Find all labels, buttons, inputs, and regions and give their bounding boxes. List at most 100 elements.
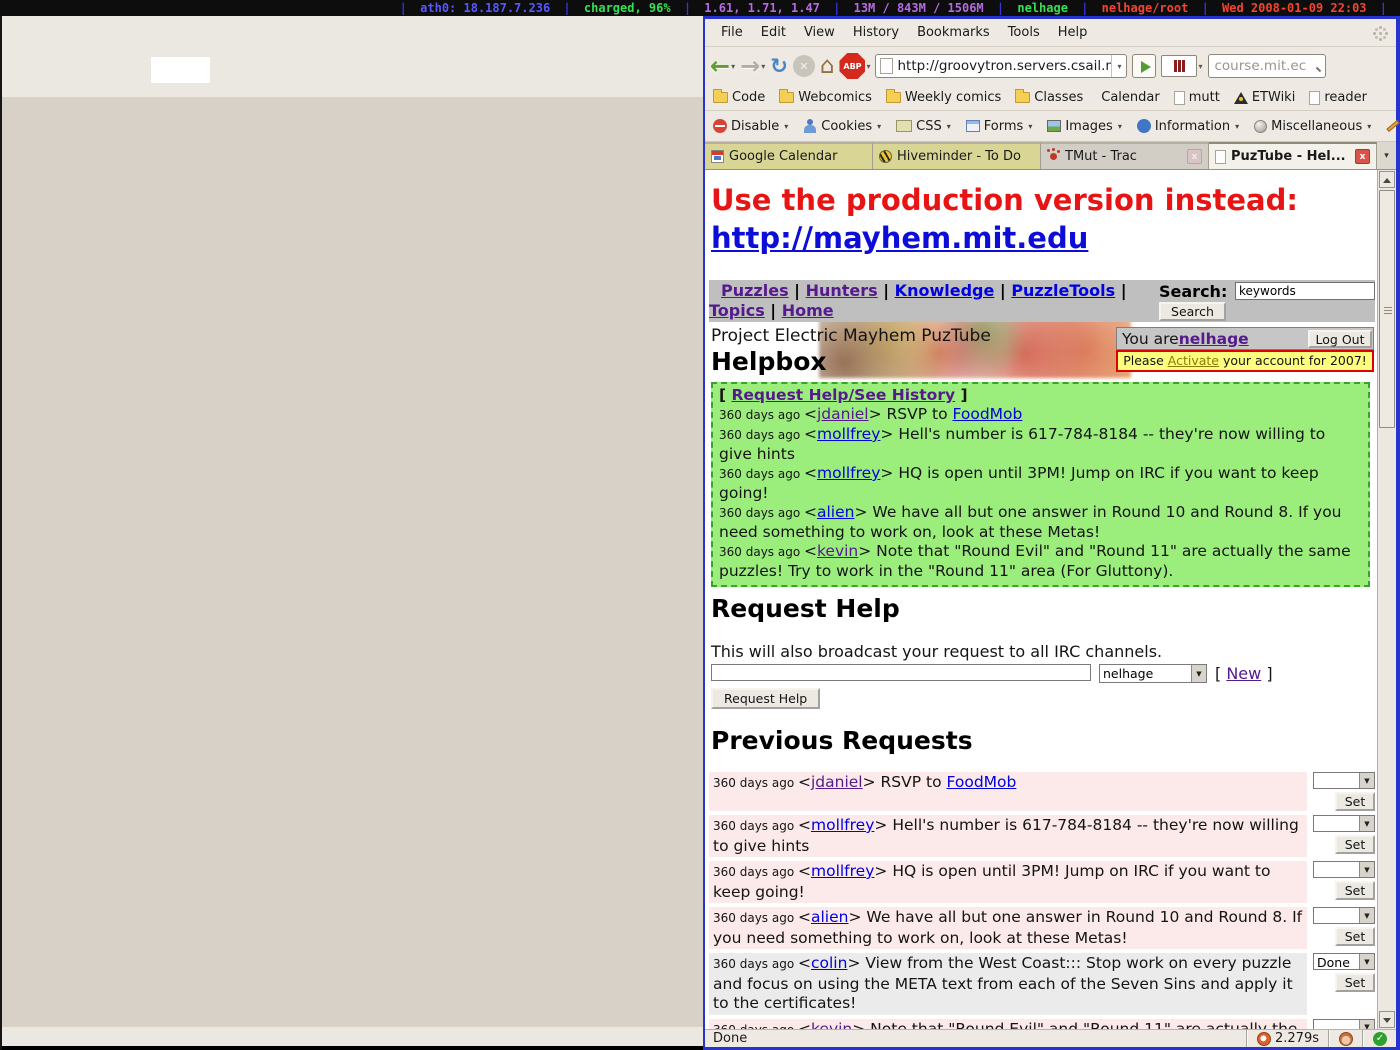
tab-list-dropdown[interactable]: ▾ xyxy=(1377,142,1396,169)
status-select[interactable]: ▼ xyxy=(1313,815,1375,832)
go-button[interactable] xyxy=(1132,54,1156,78)
reload-button[interactable]: ↻ xyxy=(770,54,788,78)
url-bar[interactable]: http://groovytron.servers.csail.mit ▾ xyxy=(875,54,1127,78)
request-help-button[interactable]: Request Help xyxy=(711,688,820,709)
bookmark-item[interactable]: Calendar xyxy=(1097,90,1159,105)
menu-item[interactable]: File xyxy=(713,22,751,43)
magnifier-icon[interactable] xyxy=(1307,58,1323,74)
browser-tab[interactable]: TMut - Trac x xyxy=(1041,142,1209,169)
adblock-caret[interactable]: ▾ xyxy=(866,62,870,71)
logout-button[interactable]: Log Out xyxy=(1308,330,1372,348)
request-help-input[interactable] xyxy=(711,664,1091,681)
row-user-link[interactable]: jdaniel xyxy=(811,773,863,791)
status-select[interactable]: Done▼ xyxy=(1313,953,1375,970)
forward-button[interactable]: →▾ xyxy=(740,54,765,78)
tab-close-icon[interactable]: x xyxy=(1355,149,1370,164)
status-select[interactable]: ▼ xyxy=(1313,1019,1375,1030)
site-search-button[interactable]: Search xyxy=(1159,302,1226,321)
row-user-link[interactable]: kevin xyxy=(811,1020,852,1030)
webdev-menu-item[interactable]: Forms ▾ xyxy=(966,119,1033,134)
webdev-menu-item[interactable]: Information ▾ xyxy=(1137,119,1239,134)
entry-inline-link[interactable]: FoodMob xyxy=(953,405,1023,423)
set-button[interactable]: Set xyxy=(1335,835,1375,854)
adblock-button[interactable]: ABP▾ xyxy=(839,53,870,79)
status-check-section[interactable]: ✓ xyxy=(1362,1030,1396,1047)
webdev-menu-item[interactable]: CSS ▾ xyxy=(896,119,951,134)
set-button[interactable]: Set xyxy=(1335,927,1375,946)
entry-user-link[interactable]: kevin xyxy=(817,542,858,560)
row-user-link[interactable]: mollfrey xyxy=(811,862,874,880)
back-button[interactable]: ←▾ xyxy=(710,54,735,78)
bookmark-item[interactable]: Webcomics xyxy=(779,90,872,105)
bookmark-item[interactable]: Classes xyxy=(1015,90,1083,105)
activate-link[interactable]: Activate xyxy=(1168,353,1219,368)
browser-tab[interactable]: PuzTube - Hel... x xyxy=(1209,142,1377,169)
entry-user-link[interactable]: mollfrey xyxy=(817,464,880,482)
stop-button[interactable]: ✕ xyxy=(793,55,815,77)
set-button[interactable]: Set xyxy=(1335,792,1375,811)
bookmark-item[interactable]: mutt xyxy=(1174,90,1220,105)
status-select[interactable]: ▼ xyxy=(1313,861,1375,878)
webdev-menu-item[interactable]: Outline xyxy=(1386,119,1400,134)
load-timer-section[interactable]: 2.279s xyxy=(1246,1030,1328,1047)
url-dropdown-caret[interactable]: ▾ xyxy=(1111,55,1126,77)
bookmark-item[interactable]: Code xyxy=(713,90,765,105)
vertical-scrollbar[interactable] xyxy=(1377,170,1396,1029)
site-nav-link[interactable]: Knowledge xyxy=(895,281,995,300)
mit-cert-caret[interactable]: ▾ xyxy=(1198,62,1202,71)
webdev-menu-item[interactable]: Miscellaneous ▾ xyxy=(1254,119,1371,134)
webdev-menu-item[interactable]: Disable ▾ xyxy=(713,119,788,134)
web-search-input[interactable]: course.mit.ec xyxy=(1215,58,1307,74)
mit-cert-button[interactable]: ▾ xyxy=(1161,55,1202,77)
request-history-link[interactable]: Request Help/See History xyxy=(731,386,955,404)
requester-select[interactable]: nelhage▼ xyxy=(1099,664,1207,683)
row-inline-link[interactable]: FoodMob xyxy=(947,773,1017,791)
row-age: 360 days ago xyxy=(713,957,798,971)
menu-item[interactable]: Tools xyxy=(1000,22,1048,43)
entry-user-link[interactable]: mollfrey xyxy=(817,425,880,443)
browser-tab[interactable]: Hiveminder - To Do xyxy=(873,142,1041,169)
url-input[interactable]: http://groovytron.servers.csail.mit xyxy=(897,58,1111,74)
site-nav-link[interactable]: Puzzles xyxy=(721,281,789,300)
username-link[interactable]: nelhage xyxy=(1179,330,1249,348)
nav-separator: | xyxy=(878,281,895,300)
home-button[interactable]: ⌂ xyxy=(820,53,835,79)
entry-user-link[interactable]: jdaniel xyxy=(817,405,869,423)
webdev-menu-item[interactable]: Images ▾ xyxy=(1047,119,1122,134)
webdev-icon xyxy=(1047,120,1061,132)
scrollbar-thumb[interactable] xyxy=(1379,190,1395,428)
back-history-caret[interactable]: ▾ xyxy=(731,62,735,71)
site-nav-link[interactable]: Hunters xyxy=(806,281,878,300)
bookmark-item[interactable]: Weekly comics xyxy=(886,90,1001,105)
forward-history-caret[interactable]: ▾ xyxy=(761,62,765,71)
site-search-input[interactable]: keywords xyxy=(1235,282,1375,300)
site-nav-link[interactable]: Home xyxy=(782,301,834,320)
user-box: You are nelhage Log Out xyxy=(1116,327,1374,350)
tab-close-icon[interactable]: x xyxy=(1187,149,1202,164)
menu-item[interactable]: Edit xyxy=(753,22,794,43)
entry-user-link[interactable]: alien xyxy=(817,503,854,521)
menu-item[interactable]: View xyxy=(796,22,843,43)
browser-tab[interactable]: Google Calendar xyxy=(705,142,873,169)
status-select[interactable]: ▼ xyxy=(1313,772,1375,789)
bookmark-item[interactable]: ETWiki xyxy=(1234,90,1295,105)
menu-item[interactable]: History xyxy=(845,22,907,43)
menu-item[interactable]: Bookmarks xyxy=(909,22,998,43)
row-user-link[interactable]: alien xyxy=(811,908,848,926)
mayhem-link[interactable]: http://mayhem.mit.edu xyxy=(711,221,1088,255)
set-button[interactable]: Set xyxy=(1335,881,1375,900)
menu-item[interactable]: Help xyxy=(1050,22,1096,43)
row-user-link[interactable]: colin xyxy=(811,954,847,972)
webdev-menu-item[interactable]: Cookies ▾ xyxy=(803,119,881,134)
scroll-up-button[interactable] xyxy=(1379,171,1395,188)
set-button[interactable]: Set xyxy=(1335,973,1375,992)
site-nav-link[interactable]: PuzzleTools xyxy=(1011,281,1115,300)
bookmark-item[interactable]: reader xyxy=(1309,90,1367,105)
row-user-link[interactable]: mollfrey xyxy=(811,816,874,834)
scroll-down-button[interactable] xyxy=(1379,1011,1395,1028)
new-link[interactable]: New xyxy=(1226,664,1261,683)
status-select[interactable]: ▼ xyxy=(1313,907,1375,924)
site-nav-link[interactable]: Topics xyxy=(709,301,765,320)
web-search-bar[interactable]: course.mit.ec xyxy=(1208,54,1326,78)
greasemonkey-section[interactable] xyxy=(1328,1030,1362,1047)
